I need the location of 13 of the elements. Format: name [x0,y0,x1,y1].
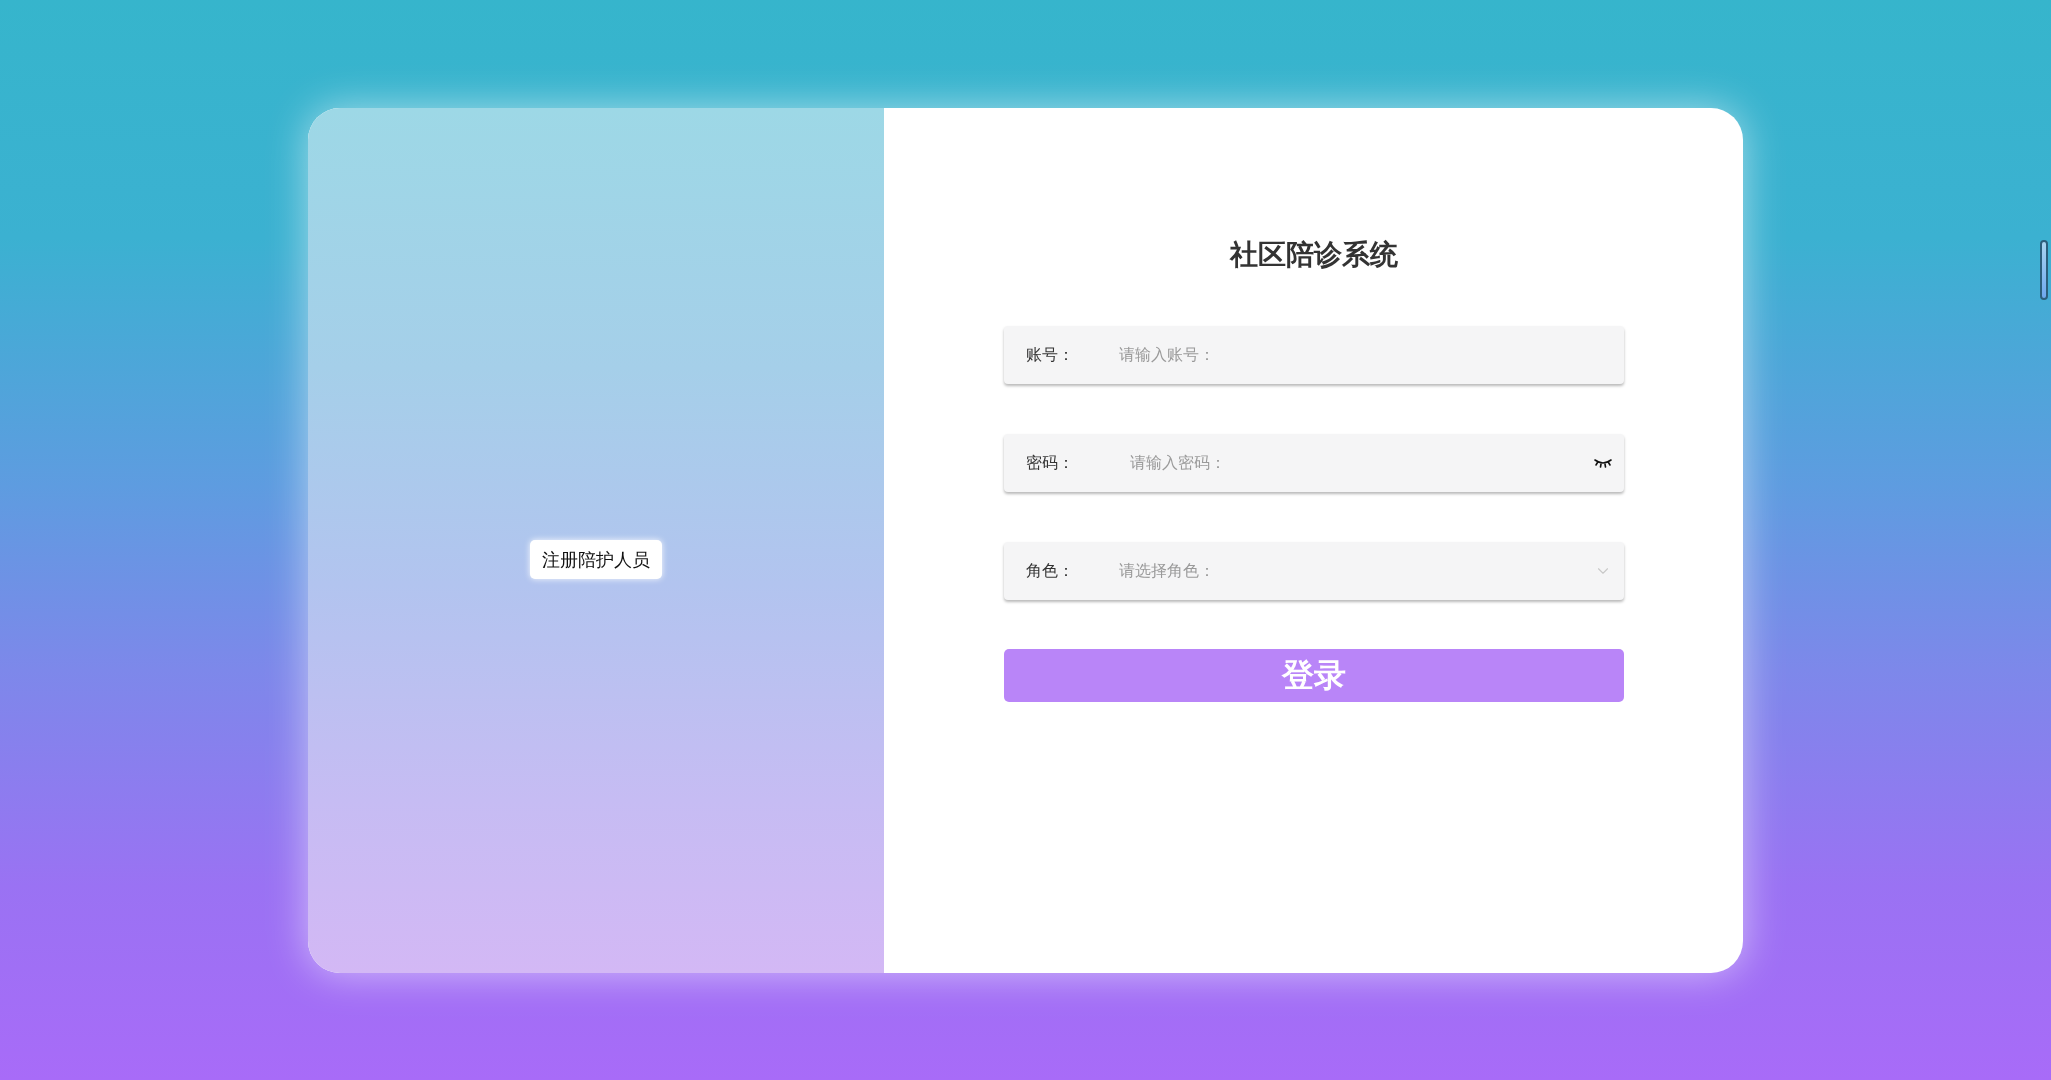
password-field[interactable]: 密码： 请输入密码： [1003,433,1624,492]
select-input[interactable]: 请选择角色： [1090,550,1594,591]
page-title: 社区陪诊系统 [1229,237,1398,272]
role-select[interactable]: 角色： 请选择角色： [1003,541,1624,600]
register-button[interactable]: 注册陪护人员 [530,540,662,579]
closed-eye-icon[interactable] [1593,457,1612,468]
password-input[interactable]: 请输入密码： [1090,442,1594,483]
field-label: 账号： [1025,343,1075,366]
field-label: 密码： [1025,451,1075,474]
text-input[interactable]: 请输入账号： [1090,334,1612,375]
scrollbar-thumb[interactable] [2040,240,2048,300]
account-field[interactable]: 账号： 请输入账号： [1003,325,1624,384]
field-label: 角色： [1025,559,1075,582]
